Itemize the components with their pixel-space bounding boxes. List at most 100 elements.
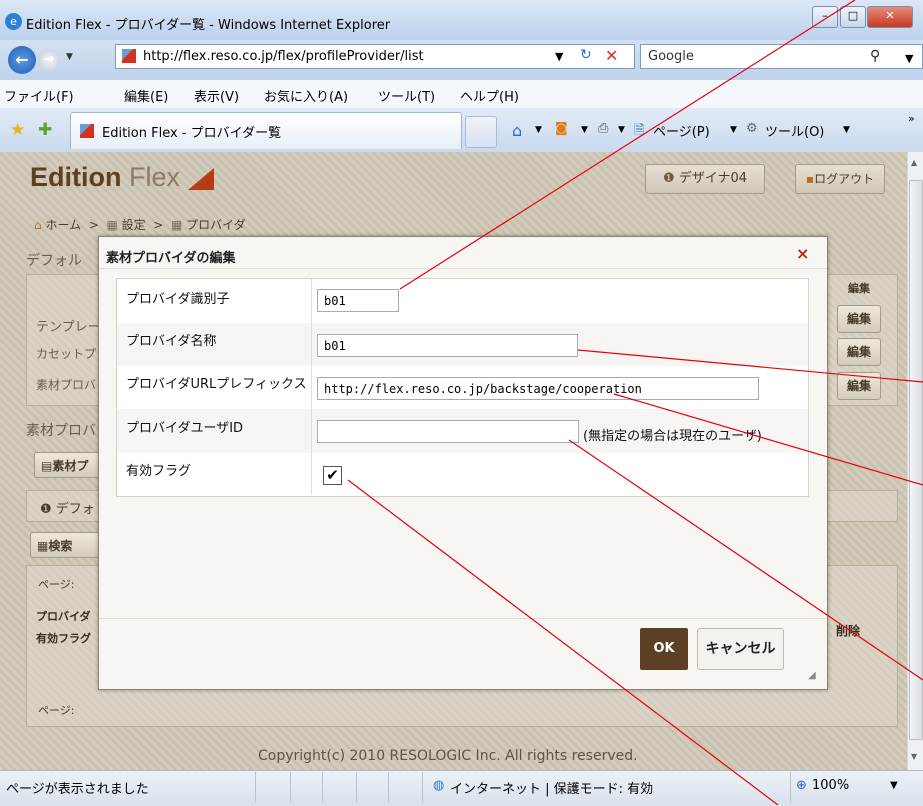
breadcrumb-settings[interactable]: 設定 bbox=[122, 218, 146, 232]
new-tab-button[interactable] bbox=[465, 116, 497, 148]
page-dropdown-icon[interactable]: ▼ bbox=[730, 125, 737, 135]
bg-edit-button-1[interactable]: 編集 bbox=[837, 305, 881, 333]
stop-icon[interactable]: ✕ bbox=[605, 46, 618, 65]
app-logo: Edition Flex bbox=[30, 162, 180, 193]
bg-row-template: テンプレー bbox=[36, 320, 101, 335]
dialog-title: 素材プロバイダの編集 bbox=[106, 251, 236, 266]
menu-help[interactable]: ヘルプ(H) bbox=[460, 86, 519, 105]
feeds-icon[interactable]: ◙ bbox=[555, 121, 568, 136]
print-icon[interactable]: ⎙ bbox=[598, 121, 608, 136]
refresh-icon[interactable]: ↻ bbox=[580, 47, 592, 63]
zoom-dropdown-icon[interactable]: ▼ bbox=[890, 780, 898, 791]
search-provider[interactable]: Google bbox=[648, 49, 694, 64]
site-favicon-icon bbox=[122, 49, 136, 63]
page-icon: 🗎 bbox=[634, 123, 645, 138]
bg-material-button[interactable]: ▤素材プ bbox=[34, 452, 102, 478]
menu-edit[interactable]: 編集(E) bbox=[124, 86, 168, 105]
settings-icon: ▦ bbox=[106, 218, 118, 232]
home-icon: ⌂ bbox=[34, 218, 42, 232]
breadcrumb-separator: > bbox=[153, 218, 164, 232]
bg-page-label: ページ: bbox=[38, 578, 75, 591]
status-divider bbox=[255, 772, 256, 802]
maximize-button[interactable]: □ bbox=[840, 6, 866, 28]
menu-view[interactable]: 表示(V) bbox=[194, 86, 239, 105]
feeds-dropdown-icon[interactable]: ▼ bbox=[581, 125, 588, 135]
designer-label: デザイナ04 bbox=[678, 171, 748, 186]
bg-default-text: デフォ bbox=[55, 502, 95, 517]
form-column-divider bbox=[311, 279, 312, 494]
tools-dropdown-icon[interactable]: ▼ bbox=[843, 125, 850, 135]
designer-button[interactable]: ❶ デザイナ04 bbox=[645, 164, 765, 194]
info-icon: ❶ bbox=[662, 171, 679, 186]
provider-id-label: プロバイダ識別子 bbox=[126, 292, 230, 307]
tools-menu[interactable]: ツール(O) bbox=[765, 121, 824, 140]
forward-button[interactable]: → bbox=[38, 49, 60, 71]
provider-name-input[interactable] bbox=[317, 334, 578, 357]
breadcrumb-provider: プロバイダ bbox=[186, 218, 246, 232]
status-text: ページが表示されました bbox=[6, 782, 149, 797]
active-flag-label: 有効フラグ bbox=[126, 464, 192, 479]
bg-edit-button-3[interactable]: 編集 bbox=[837, 372, 881, 400]
status-divider bbox=[388, 772, 389, 802]
provider-name-label: プロバイダ名称 bbox=[126, 334, 217, 349]
user-id-hint: (無指定の場合は現在のユーザ) bbox=[583, 429, 762, 444]
home-dropdown-icon[interactable]: ▼ bbox=[535, 125, 542, 135]
menu-favorites[interactable]: お気に入り(A) bbox=[264, 86, 348, 105]
add-favorites-icon[interactable]: ✚ bbox=[38, 120, 52, 140]
cancel-button[interactable]: キャンセル bbox=[697, 628, 784, 670]
breadcrumb-separator: > bbox=[88, 218, 99, 232]
breadcrumb-home[interactable]: ホーム bbox=[45, 218, 81, 232]
back-button[interactable]: ← bbox=[8, 46, 36, 74]
provider-icon: ▦ bbox=[170, 218, 183, 232]
search-icon[interactable]: ⚲ bbox=[870, 48, 880, 64]
scroll-up-icon[interactable]: ▲ bbox=[911, 158, 917, 167]
active-flag-checkbox[interactable]: ✔ bbox=[323, 466, 342, 485]
scrollbar-thumb[interactable] bbox=[909, 180, 923, 740]
info-icon: ❶ bbox=[40, 502, 56, 517]
bg-search-button[interactable]: ▦検索 bbox=[30, 532, 100, 558]
address-dropdown-icon[interactable]: ▼ bbox=[555, 50, 563, 63]
zoom-level[interactable]: 100% bbox=[812, 778, 849, 793]
close-window-button[interactable]: ✕ bbox=[867, 6, 913, 28]
home-icon[interactable]: ⌂ bbox=[512, 121, 522, 140]
bg-material-label: 素材プ bbox=[52, 459, 89, 473]
bg-edit-button-2[interactable]: 編集 bbox=[837, 338, 881, 366]
provider-id-input[interactable] bbox=[317, 289, 399, 312]
address-url[interactable]: http://flex.reso.co.jp/flex/profileProvi… bbox=[143, 49, 424, 64]
scroll-down-icon[interactable]: ▼ bbox=[911, 752, 917, 761]
bg-search-label: 検索 bbox=[48, 539, 73, 553]
url-prefix-label: プロバイダURLプレフィックス bbox=[126, 377, 307, 392]
status-divider bbox=[290, 772, 291, 802]
logout-button[interactable]: ▪ログアウト bbox=[795, 164, 885, 194]
window-title: Edition Flex - プロバイダー覧 - Windows Interne… bbox=[26, 18, 391, 33]
checkmark-icon: ✔ bbox=[326, 466, 339, 484]
logout-label: ログアウト bbox=[814, 172, 875, 186]
bg-page-label-bottom: ページ: bbox=[38, 704, 75, 717]
tab-title[interactable]: Edition Flex - プロバイダー覧 bbox=[102, 122, 281, 141]
url-prefix-input[interactable] bbox=[317, 377, 759, 400]
print-dropdown-icon[interactable]: ▼ bbox=[618, 125, 625, 135]
minimize-button[interactable]: – bbox=[812, 6, 838, 28]
ok-button[interactable]: OK bbox=[640, 628, 688, 670]
dialog-close-icon[interactable]: × bbox=[796, 244, 809, 263]
history-dropdown-icon[interactable]: ▼ bbox=[66, 52, 73, 62]
chevron-more-icon[interactable]: » bbox=[908, 112, 915, 125]
logout-icon: ▪ bbox=[805, 172, 815, 186]
dialog-footer-divider bbox=[99, 618, 827, 619]
status-divider bbox=[356, 772, 357, 802]
favorites-star-icon[interactable]: ★ bbox=[10, 120, 25, 140]
security-zone[interactable]: インターネット | 保護モード: 有効 bbox=[450, 778, 653, 797]
dialog-divider bbox=[99, 268, 827, 269]
add-icon: ▤ bbox=[41, 459, 53, 473]
tools-gear-icon: ⚙ bbox=[746, 121, 758, 136]
resize-grip-icon[interactable]: ◢ bbox=[808, 670, 816, 681]
tab-favicon-icon bbox=[80, 124, 94, 138]
breadcrumb: ⌂ ホーム > ▦ 設定 > ▦ プロバイダ bbox=[34, 216, 246, 233]
logo-triangle-icon bbox=[188, 168, 214, 190]
menu-tools[interactable]: ツール(T) bbox=[378, 86, 435, 105]
user-id-input[interactable] bbox=[317, 420, 579, 443]
menu-file[interactable]: ファイル(F) bbox=[4, 86, 74, 105]
search-dropdown-icon[interactable]: ▼ bbox=[905, 52, 913, 65]
globe-icon: ◍ bbox=[433, 778, 445, 793]
page-menu[interactable]: ページ(P) bbox=[653, 121, 710, 140]
